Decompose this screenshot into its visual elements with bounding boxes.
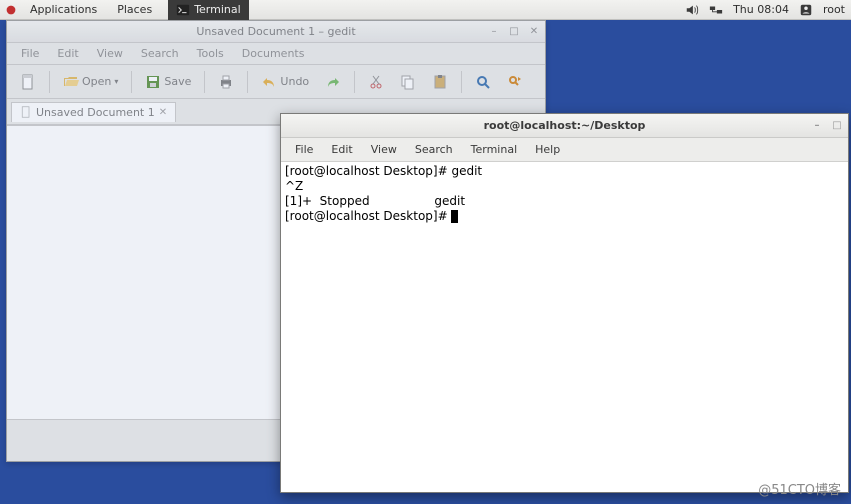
menu-terminal[interactable]: Terminal [463,141,526,158]
terminal-cursor [451,210,458,223]
document-icon [20,106,32,118]
gedit-title-text: Unsaved Document 1 – gedit [196,25,355,38]
gedit-toolbar: Open ▾ Save Undo [7,65,545,99]
menu-help[interactable]: Help [527,141,568,158]
minimize-button[interactable]: – [810,119,824,133]
menu-tools[interactable]: Tools [189,45,232,62]
places-menu[interactable]: Places [109,1,160,18]
menu-view[interactable]: View [363,141,405,158]
terminal-title-text: root@localhost:~/Desktop [484,119,646,132]
active-app-indicator[interactable]: Terminal [168,0,249,20]
undo-button[interactable]: Undo [256,71,314,93]
terminal-window: root@localhost:~/Desktop – □ File Edit V… [280,113,849,493]
tab-label: Unsaved Document 1 [36,106,155,119]
user-icon[interactable] [799,3,813,17]
find-button[interactable] [470,71,496,93]
menu-view[interactable]: View [89,45,131,62]
maximize-button[interactable]: □ [507,25,521,39]
term-line-2: ^Z [285,179,303,193]
volume-icon[interactable] [685,3,699,17]
clock[interactable]: Thu 08:04 [733,3,789,16]
gedit-menubar: File Edit View Search Tools Documents [7,43,545,65]
close-button[interactable]: ✕ [527,25,541,39]
find-replace-button[interactable] [502,71,528,93]
terminal-body[interactable]: [root@localhost Desktop]# gedit ^Z [1]+ … [281,162,848,492]
panel-right: Thu 08:04 root [685,3,851,17]
watermark: @51CTO博客 [758,479,841,498]
document-tab[interactable]: Unsaved Document 1 ✕ [11,102,176,122]
applications-menu[interactable]: Applications [22,1,105,18]
terminal-menubar: File Edit View Search Terminal Help [281,138,848,162]
terminal-titlebar[interactable]: root@localhost:~/Desktop – □ [281,114,848,138]
terminal-window-controls: – □ [810,119,844,133]
menu-search[interactable]: Search [133,45,187,62]
menu-search[interactable]: Search [407,141,461,158]
save-button[interactable]: Save [140,71,196,93]
menu-documents[interactable]: Documents [234,45,313,62]
term-line-3: [1]+ Stopped gedit [285,194,465,208]
menu-file[interactable]: File [287,141,321,158]
maximize-button[interactable]: □ [830,119,844,133]
term-line-4: [root@localhost Desktop]# [285,209,451,223]
new-button[interactable] [15,71,41,93]
gedit-window-controls: – □ ✕ [487,25,541,39]
menu-edit[interactable]: Edit [49,45,86,62]
network-icon[interactable] [709,3,723,17]
copy-button[interactable] [395,71,421,93]
redo-button[interactable] [320,71,346,93]
menu-edit[interactable]: Edit [323,141,360,158]
active-app-label: Terminal [194,3,241,16]
terminal-icon [176,3,190,17]
chevron-down-icon: ▾ [114,77,118,86]
panel-left: Applications Places Terminal [0,0,249,20]
print-button[interactable] [213,71,239,93]
user-label[interactable]: root [823,3,845,16]
gedit-titlebar[interactable]: Unsaved Document 1 – gedit – □ ✕ [7,21,545,43]
menu-file[interactable]: File [13,45,47,62]
top-panel: Applications Places Terminal Thu 08:04 r… [0,0,851,20]
paste-button[interactable] [427,71,453,93]
cut-button[interactable] [363,71,389,93]
term-line-1: [root@localhost Desktop]# gedit [285,164,482,178]
activities-icon [4,3,18,17]
open-button[interactable]: Open ▾ [58,71,123,93]
minimize-button[interactable]: – [487,25,501,39]
tab-close-button[interactable]: ✕ [159,107,167,118]
